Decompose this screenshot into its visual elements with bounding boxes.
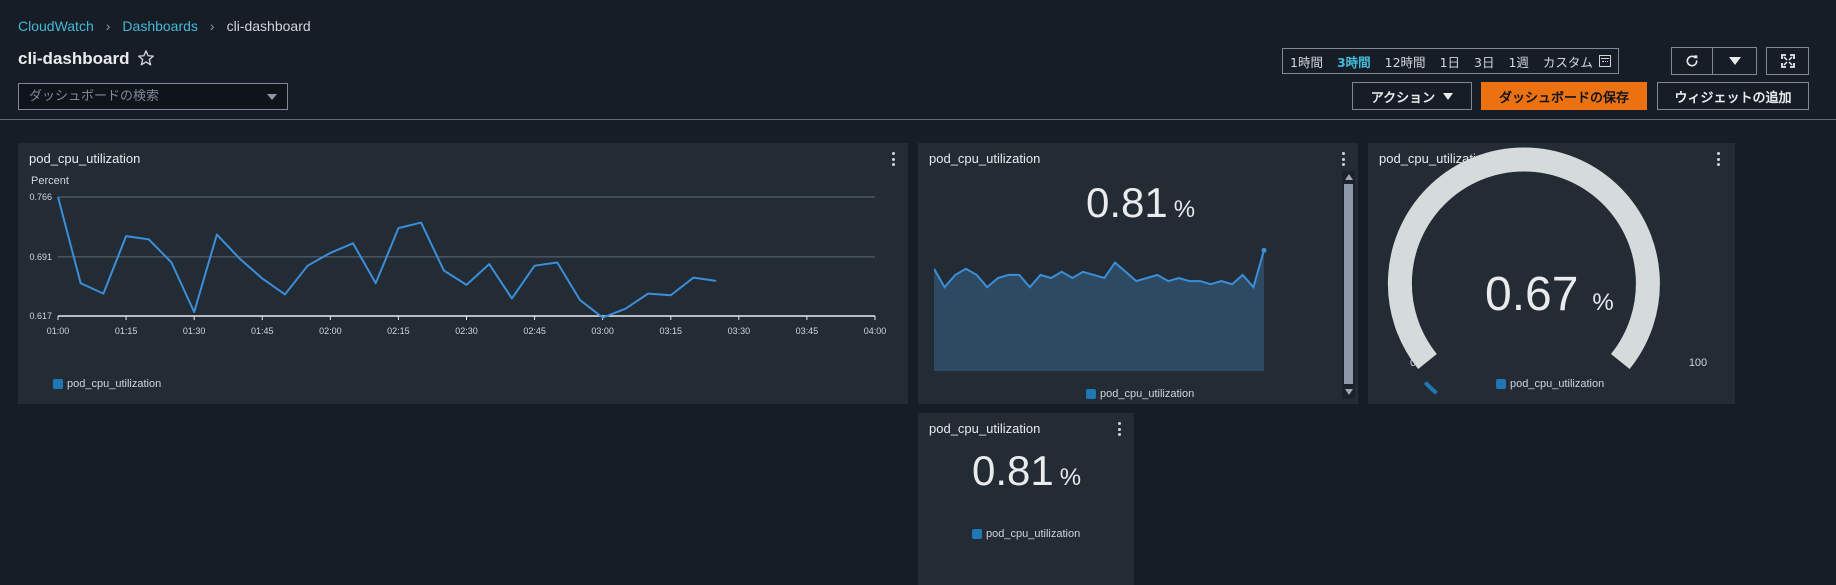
x-tick-label: 02:15 <box>387 326 410 336</box>
x-tick-label: 02:45 <box>523 326 546 336</box>
caret-down-icon <box>267 93 277 100</box>
gauge-min-label: 0 <box>1410 357 1416 369</box>
fullscreen-icon <box>1780 54 1795 68</box>
scrollbar[interactable] <box>1342 171 1355 399</box>
sparkline-widget: pod_cpu_utilization 0.81% pod_cpu_utiliz… <box>918 143 1358 404</box>
metric-value-number: 0.81 <box>972 447 1054 494</box>
star-icon[interactable] <box>137 49 155 67</box>
refresh-button[interactable] <box>1671 47 1713 75</box>
x-tick-label: 03:45 <box>796 326 819 336</box>
breadcrumb: CloudWatch › Dashboards › cli-dashboard <box>18 18 311 34</box>
fullscreen-button[interactable] <box>1766 47 1809 75</box>
gauge-value: 0.67% <box>1485 267 1614 322</box>
scroll-up-icon[interactable] <box>1345 174 1353 180</box>
x-tick-label: 04:00 <box>864 326 887 336</box>
y-tick-label: 0.766 <box>29 192 52 202</box>
time-range-1w[interactable]: 1週 <box>1501 49 1535 73</box>
time-range-3h[interactable]: 3時間 <box>1330 49 1378 73</box>
time-range-1d[interactable]: 1日 <box>1433 49 1467 73</box>
chart-legend[interactable]: pod_cpu_utilization <box>53 378 161 390</box>
legend-swatch <box>53 379 63 389</box>
scroll-down-icon[interactable] <box>1345 389 1353 395</box>
scrollbar-thumb[interactable] <box>1344 184 1353 384</box>
gauge-widget: pod_cpu_utilization 0 100 0.67% pod_cpu_… <box>1368 143 1735 404</box>
metric-value-unit: % <box>1173 196 1196 223</box>
widget-title: pod_cpu_utilization <box>929 421 1041 436</box>
breadcrumb-dashboards-link[interactable]: Dashboards <box>122 18 198 34</box>
x-tick-label: 01:15 <box>115 326 138 336</box>
legend-label: pod_cpu_utilization <box>1510 378 1605 390</box>
x-tick-label: 01:45 <box>251 326 274 336</box>
dashboard-search[interactable] <box>18 83 288 110</box>
x-tick-label: 03:00 <box>591 326 614 336</box>
legend-label: pod_cpu_utilization <box>67 378 162 390</box>
page-title: cli-dashboard <box>18 49 130 68</box>
sparkline-chart <box>934 247 1267 371</box>
chevron-right-icon: › <box>105 18 111 34</box>
gauge-value-number: 0.67 <box>1485 268 1579 321</box>
breadcrumb-current: cli-dashboard <box>226 18 311 34</box>
metric-value: 0.81% <box>972 447 1081 495</box>
add-widget-button[interactable]: ウィジェットの追加 <box>1657 82 1809 110</box>
legend-label: pod_cpu_utilization <box>986 528 1081 540</box>
chart-legend[interactable]: pod_cpu_utilization <box>1086 388 1194 400</box>
x-tick-label: 03:30 <box>728 326 751 336</box>
caret-down-icon <box>1728 57 1741 65</box>
legend-label: pod_cpu_utilization <box>1100 388 1195 400</box>
gauge-value-unit: % <box>1592 289 1614 316</box>
search-input[interactable] <box>29 89 259 104</box>
metric-value-number: 0.81 <box>1086 179 1168 226</box>
y-tick-label: 0.691 <box>29 252 52 262</box>
actions-button-label: アクション <box>1370 90 1436 106</box>
time-range-1h[interactable]: 1時間 <box>1283 49 1330 73</box>
refresh-icon <box>1686 55 1698 67</box>
actions-button[interactable]: アクション <box>1352 82 1472 110</box>
header-divider <box>0 119 1836 120</box>
gauge-track <box>1387 147 1660 370</box>
x-tick-label: 02:00 <box>319 326 342 336</box>
number-widget: pod_cpu_utilization 0.81% pod_cpu_utiliz… <box>918 413 1134 585</box>
sparkline-area <box>934 250 1264 371</box>
metric-value: 0.81% <box>1086 179 1195 227</box>
more-options-icon[interactable] <box>1338 152 1348 166</box>
save-dashboard-button[interactable]: ダッシュボードの保存 <box>1481 82 1647 110</box>
time-range-3d[interactable]: 3日 <box>1467 49 1501 73</box>
time-range-12h[interactable]: 12時間 <box>1378 49 1433 73</box>
more-options-icon[interactable] <box>1114 422 1124 436</box>
x-tick-label: 03:15 <box>659 326 682 336</box>
refresh-options-button[interactable] <box>1713 47 1757 75</box>
x-tick-label: 01:00 <box>47 326 70 336</box>
widget-title: pod_cpu_utilization <box>29 151 141 166</box>
chevron-right-icon: › <box>209 18 215 34</box>
line-chart: Percent 0.766 0.691 0.617 01:00 01:15 01:30 01:… <box>29 175 887 336</box>
time-range-custom[interactable]: カスタム <box>1536 49 1618 73</box>
y-tick-label: 0.617 <box>29 311 52 321</box>
widget-title: pod_cpu_utilization <box>929 151 1041 166</box>
more-options-icon[interactable] <box>888 152 898 166</box>
line-chart-widget: pod_cpu_utilization Percent 0.766 0.691 0.6… <box>18 143 908 404</box>
gauge-fill <box>1423 381 1438 395</box>
sparkline-last-point <box>1261 247 1267 253</box>
legend-swatch <box>972 529 982 539</box>
time-range-selector: 1時間 3時間 12時間 1日 3日 1週 カスタム <box>1282 48 1619 74</box>
breadcrumb-cloudwatch-link[interactable]: CloudWatch <box>18 18 94 34</box>
chart-legend[interactable]: pod_cpu_utilization <box>1496 378 1604 390</box>
legend-swatch <box>1496 379 1506 389</box>
gauge-max-label: 100 <box>1689 357 1707 369</box>
x-tick-label: 01:30 <box>183 326 206 336</box>
x-tick-label: 02:30 <box>455 326 478 336</box>
chart-legend[interactable]: pod_cpu_utilization <box>972 528 1080 540</box>
y-axis-label: Percent <box>31 175 69 187</box>
caret-down-icon <box>1443 92 1454 100</box>
legend-swatch <box>1086 389 1096 399</box>
time-range-custom-label: カスタム <box>1542 54 1593 70</box>
metric-value-unit: % <box>1059 464 1082 491</box>
calendar-icon <box>1598 55 1611 67</box>
